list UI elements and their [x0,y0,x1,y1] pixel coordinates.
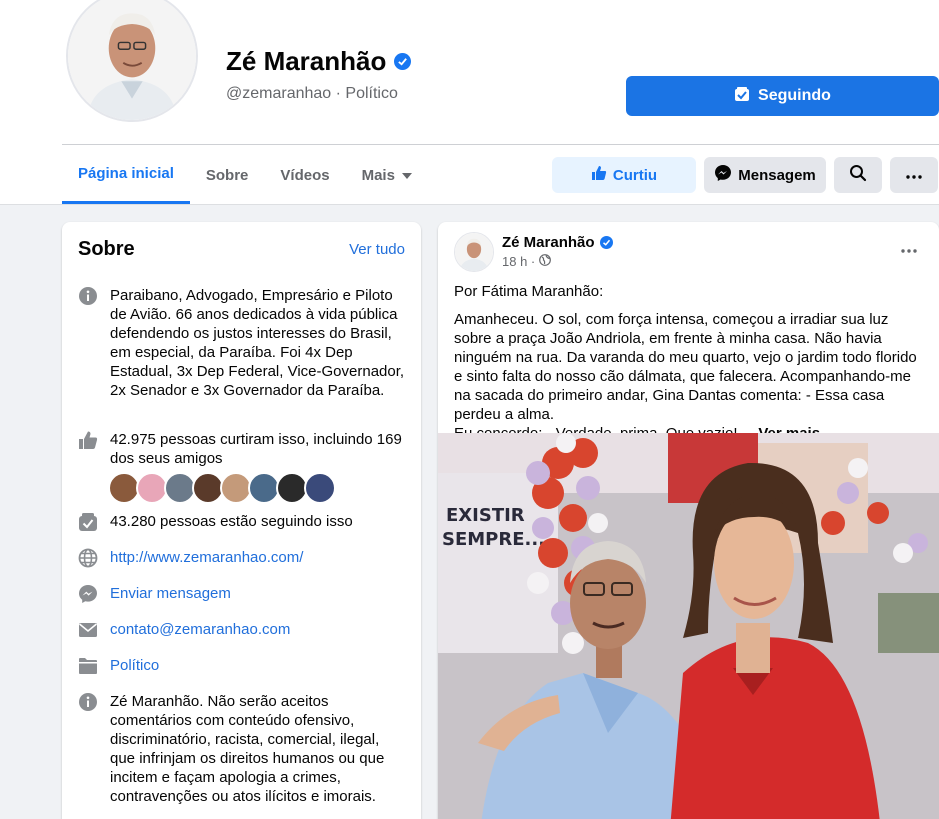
like-button[interactable]: Curtiu [552,157,696,193]
about-bio: Paraibano, Advogado, Empresário e Piloto… [110,287,405,399]
ellipsis-icon [901,240,917,257]
svg-text:SEMPRE...: SEMPRE... [442,529,545,550]
friend-avatars [108,472,336,504]
tab-about-label: Sobre [205,166,249,184]
verified-badge-icon [599,236,613,249]
like-label: Curtiu [612,166,658,184]
post-text-paragraph: Amanheceu. O sol, com força intensa, com… [454,311,917,423]
caret-down-icon [401,167,413,184]
profile-header: Zé Maranhão @zemaranhao · Político Segui… [0,0,939,205]
messenger-icon [714,164,732,186]
messenger-icon [78,584,98,604]
following-check-icon [734,86,750,107]
about-followers-count: 43.280 pessoas estão seguindo isso [110,513,353,530]
post-options-button[interactable] [901,240,917,258]
about-send-message-row: Enviar mensagem [78,584,408,604]
post-photo[interactable]: EXISTIR SEMPRE... [438,433,939,819]
page-title: Zé Maranhão [226,46,387,76]
about-email-row: contato@zemaranhao.com [78,620,408,640]
ellipsis-icon [906,166,922,184]
category-icon [78,656,98,676]
verified-badge-icon [394,53,412,70]
tab-more[interactable]: Mais [346,146,429,204]
email-link[interactable]: contato@zemaranhao.com [110,620,290,640]
thumbs-up-icon [78,430,98,450]
follow-check-icon [78,512,98,532]
tab-videos[interactable]: Vídeos [264,146,345,204]
message-label: Mensagem [738,166,816,184]
following-button[interactable]: Seguindo [626,76,939,116]
website-link[interactable]: http://www.zemaranhao.com/ [110,548,303,568]
about-rules: Zé Maranhão. Não serão aceitos comentári… [110,693,385,805]
profile-picture[interactable] [66,0,198,122]
category-link[interactable]: Político [110,656,159,676]
post-author-name[interactable]: Zé Maranhão [502,234,595,251]
following-label: Seguindo [758,87,831,104]
send-message-link[interactable]: Enviar mensagem [110,584,231,604]
page-handle-category: @zemaranhao · Político [226,85,398,102]
info-icon [78,692,98,712]
header-divider [62,144,939,145]
post-text-body: Amanheceu. O sol, com força intensa, com… [454,310,926,443]
post-timestamp[interactable]: 18 h · [502,254,535,269]
tab-more-label: Mais [361,166,395,184]
about-category-row: Político [78,656,408,676]
tab-home[interactable]: Página inicial [62,146,190,204]
globe-icon [539,254,552,269]
tab-videos-label: Vídeos [280,166,330,184]
post-text-line: Por Fátima Maranhão: [454,283,604,300]
search-button[interactable] [834,157,882,193]
about-card: Sobre Ver tudo Paraibano, Advogado, Empr… [62,222,421,819]
more-options-button[interactable] [890,157,938,193]
thumbs-up-icon [591,165,607,185]
post-card: Zé Maranhão 18 h · Por Fátima Maranhão: … [438,222,939,819]
tab-about[interactable]: Sobre [190,146,265,204]
about-website-row: http://www.zemaranhao.com/ [78,548,408,568]
about-bio-row: Paraibano, Advogado, Empresário e Piloto… [78,286,408,400]
tab-home-label: Página inicial [78,165,174,182]
message-button[interactable]: Mensagem [704,157,826,193]
post-author-avatar[interactable] [454,232,494,272]
about-rules-row: Zé Maranhão. Não serão aceitos comentári… [78,692,408,806]
page-tabs: Página inicial Sobre Vídeos Mais [62,146,429,204]
about-title: Sobre [78,238,135,260]
about-followers-row: 43.280 pessoas estão seguindo isso [78,512,408,532]
see-all-link[interactable]: Ver tudo [349,241,405,258]
svg-text:EXISTIR: EXISTIR [446,505,525,526]
about-likes-row: 42.975 pessoas curtiram isso, incluindo … [78,430,408,468]
envelope-icon [78,620,98,640]
post-text: Por Fátima Maranhão: Amanheceu. O sol, c… [454,282,926,443]
search-icon [849,164,867,187]
info-icon [78,286,98,306]
about-likes-count: 42.975 pessoas curtiram isso, incluindo … [110,431,402,467]
globe-icon [78,548,98,568]
friend-avatar[interactable] [304,472,336,504]
